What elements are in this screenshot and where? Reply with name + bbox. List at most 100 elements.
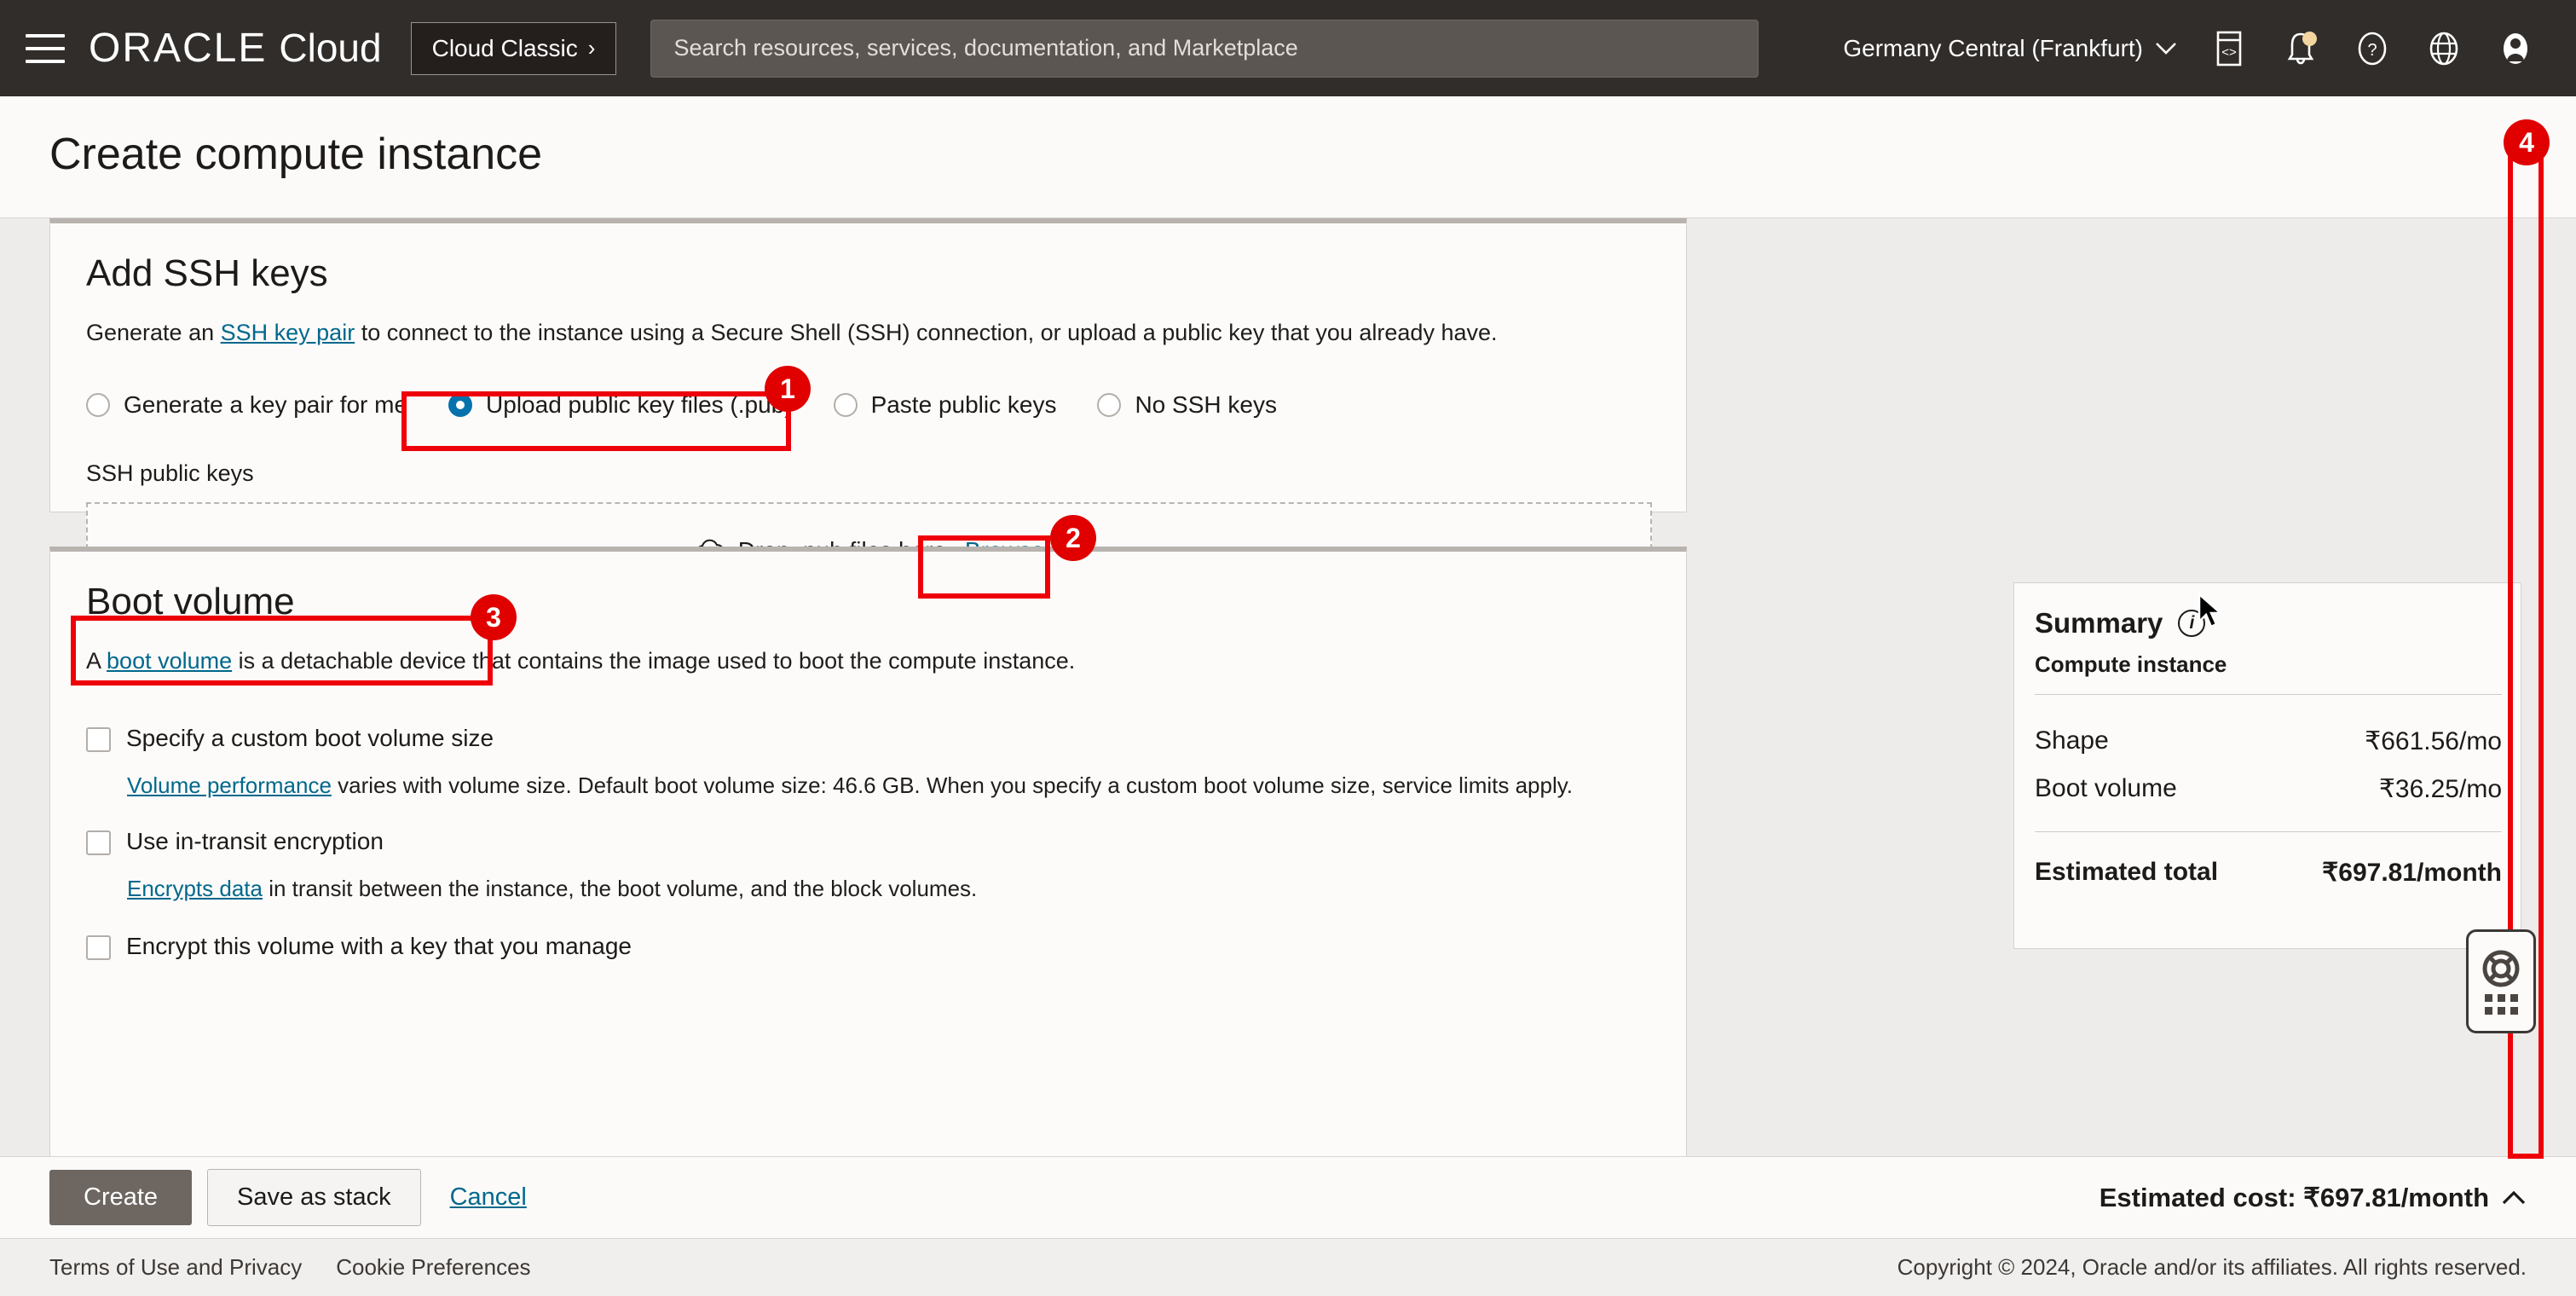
ssh-key-option-radio-group: Generate a key pair for me Upload public… bbox=[86, 391, 1277, 419]
user-avatar-icon[interactable] bbox=[2496, 29, 2535, 68]
checkbox-use-in-transit-encryption[interactable]: Use in-transit encryption bbox=[86, 828, 384, 855]
chevron-up-icon bbox=[2502, 1190, 2526, 1204]
notification-badge-dot bbox=[2302, 31, 2317, 46]
radio-generate-key-pair[interactable]: Generate a key pair for me bbox=[86, 391, 407, 419]
boot-volume-card: Boot volume A boot volume is a detachabl… bbox=[49, 547, 1687, 1156]
language-globe-icon[interactable] bbox=[2424, 29, 2463, 68]
custom-boot-volume-help-text: Volume performance varies with volume si… bbox=[127, 772, 1573, 799]
annotation-marker-3: 3 bbox=[471, 594, 517, 640]
cancel-link[interactable]: Cancel bbox=[450, 1183, 527, 1212]
page-title: Create compute instance bbox=[49, 130, 543, 179]
summary-total-label: Estimated total bbox=[2035, 858, 2219, 886]
boot-section-description: A boot volume is a detachable device tha… bbox=[86, 648, 1075, 674]
summary-row-label: Boot volume bbox=[2035, 774, 2177, 802]
ssh-section-description: Generate an SSH key pair to connect to t… bbox=[86, 320, 1498, 346]
summary-row-value: ₹661.56/mo bbox=[2365, 727, 2502, 755]
annotation-marker-1: 1 bbox=[765, 366, 811, 412]
summary-total-value: ₹697.81/month bbox=[2322, 859, 2502, 887]
summary-title: Summary bbox=[2035, 607, 2163, 639]
radio-indicator-selected bbox=[448, 393, 473, 417]
radio-label: Paste public keys bbox=[870, 391, 1057, 418]
cloud-shell-icon[interactable]: <> bbox=[2209, 29, 2249, 68]
summary-row-shape: Shape ₹661.56/mo bbox=[2035, 726, 2502, 756]
top-navigation-bar: ORACLE Cloud Cloud Classic › Search reso… bbox=[0, 0, 2576, 96]
summary-divider-top bbox=[2035, 694, 2502, 695]
info-circle-icon[interactable]: i bbox=[2178, 610, 2206, 637]
checkbox-indicator bbox=[86, 727, 111, 752]
ssh-desc-after: to connect to the instance using a Secur… bbox=[355, 320, 1498, 345]
checkbox-indicator bbox=[86, 935, 111, 960]
page-root: ORACLE Cloud Cloud Classic › Search reso… bbox=[0, 0, 2576, 1296]
region-selector[interactable]: Germany Central (Frankfurt) bbox=[1843, 35, 2177, 62]
summary-row-label: Shape bbox=[2035, 726, 2109, 755]
summary-row-value: ₹36.25/mo bbox=[2378, 775, 2502, 803]
checkbox-label: Specify a custom boot volume size bbox=[126, 725, 494, 751]
brand-cloud-text: Cloud bbox=[279, 26, 382, 70]
summary-divider-bottom bbox=[2035, 831, 2502, 832]
cloud-classic-label: Cloud Classic bbox=[431, 34, 578, 61]
create-button[interactable]: Create bbox=[49, 1170, 193, 1225]
checkbox-encrypt-volume-with-own-key[interactable]: Encrypt this volume with a key that you … bbox=[86, 933, 632, 960]
summary-panel: Summary i Compute instance Shape ₹661.56… bbox=[2013, 582, 2521, 949]
encrypts-data-help: in transit between the instance, the boo… bbox=[262, 876, 978, 901]
ssh-section-heading: Add SSH keys bbox=[86, 252, 328, 294]
estimated-cost-toggle[interactable]: Estimated cost: ₹697.81/month bbox=[2099, 1183, 2527, 1213]
boot-section-heading: Boot volume bbox=[86, 581, 295, 622]
help-question-icon[interactable]: ? bbox=[2353, 29, 2392, 68]
boot-desc-after: is a detachable device that contains the… bbox=[232, 648, 1076, 674]
radio-upload-public-key-files[interactable]: Upload public key files (.pub) bbox=[448, 391, 793, 419]
global-search-input[interactable]: Search resources, services, documentatio… bbox=[650, 19, 1759, 78]
oracle-cloud-logo[interactable]: ORACLE Cloud bbox=[89, 25, 382, 72]
brand-oracle-text: ORACLE bbox=[89, 26, 268, 71]
checkbox-specify-custom-boot-volume-size[interactable]: Specify a custom boot volume size bbox=[86, 725, 494, 752]
ssh-public-keys-label: SSH public keys bbox=[86, 460, 254, 486]
add-ssh-keys-card: Add SSH keys Generate an SSH key pair to… bbox=[49, 218, 1687, 890]
radio-label: Upload public key files (.pub) bbox=[486, 391, 793, 418]
life-preserver-icon bbox=[2482, 950, 2520, 987]
chevron-down-icon bbox=[2156, 42, 2176, 55]
summary-subtitle: Compute instance bbox=[2035, 651, 2227, 677]
radio-indicator bbox=[86, 393, 110, 417]
save-as-stack-button[interactable]: Save as stack bbox=[207, 1169, 421, 1226]
ssh-desc-before: Generate an bbox=[86, 320, 221, 345]
radio-indicator bbox=[833, 393, 858, 417]
top-nav-right-group: Germany Central (Frankfurt) <> ? bbox=[1843, 29, 2550, 68]
radio-indicator bbox=[1097, 393, 1122, 417]
notifications-bell-icon[interactable] bbox=[2281, 29, 2320, 68]
checkbox-label: Use in-transit encryption bbox=[126, 828, 384, 854]
radio-label: Generate a key pair for me bbox=[124, 391, 408, 418]
hamburger-menu-icon[interactable] bbox=[26, 33, 65, 63]
summary-row-boot-volume: Boot volume ₹36.25/mo bbox=[2035, 774, 2502, 804]
annotation-marker-2: 2 bbox=[1050, 515, 1096, 561]
radio-no-ssh-keys[interactable]: No SSH keys bbox=[1097, 391, 1277, 419]
ssh-key-pair-link[interactable]: SSH key pair bbox=[221, 320, 355, 345]
terms-of-use-link[interactable]: Terms of Use and Privacy bbox=[49, 1254, 302, 1281]
svg-text:?: ? bbox=[2367, 41, 2377, 60]
estimated-cost-label: Estimated cost: ₹697.81/month bbox=[2099, 1182, 2489, 1212]
radio-paste-public-keys[interactable]: Paste public keys bbox=[833, 391, 1057, 419]
svg-text:<>: <> bbox=[2221, 45, 2237, 60]
region-label: Germany Central (Frankfurt) bbox=[1843, 34, 2143, 61]
volume-performance-help: varies with volume size. Default boot vo… bbox=[331, 772, 1574, 798]
floating-help-widget[interactable] bbox=[2466, 929, 2536, 1033]
action-bar: Create Save as stack Cancel Estimated co… bbox=[0, 1156, 2576, 1238]
volume-performance-link[interactable]: Volume performance bbox=[127, 772, 332, 798]
summary-title-row: Summary i bbox=[2035, 607, 2206, 639]
checkbox-label: Encrypt this volume with a key that you … bbox=[126, 933, 632, 959]
in-transit-encryption-help-text: Encrypts data in transit between the ins… bbox=[127, 876, 977, 902]
cloud-classic-button[interactable]: Cloud Classic › bbox=[410, 21, 617, 75]
encrypts-data-link[interactable]: Encrypts data bbox=[127, 876, 263, 901]
summary-row-estimated-total: Estimated total ₹697.81/month bbox=[2035, 858, 2502, 888]
boot-volume-link[interactable]: boot volume bbox=[107, 648, 232, 674]
boot-desc-before: A bbox=[86, 648, 107, 674]
search-placeholder: Search resources, services, documentatio… bbox=[673, 35, 1298, 61]
page-footer: Terms of Use and Privacy Cookie Preferen… bbox=[0, 1238, 2576, 1296]
chevron-right-icon: › bbox=[587, 35, 596, 61]
cookie-preferences-link[interactable]: Cookie Preferences bbox=[336, 1254, 530, 1281]
copyright-text: Copyright © 2024, Oracle and/or its affi… bbox=[1897, 1254, 2527, 1280]
annotation-marker-4: 4 bbox=[2504, 119, 2550, 165]
page-header: Create compute instance bbox=[0, 96, 2576, 218]
checkbox-indicator bbox=[86, 830, 111, 855]
radio-label: No SSH keys bbox=[1135, 391, 1277, 418]
dots-grid-icon bbox=[2484, 994, 2518, 1015]
